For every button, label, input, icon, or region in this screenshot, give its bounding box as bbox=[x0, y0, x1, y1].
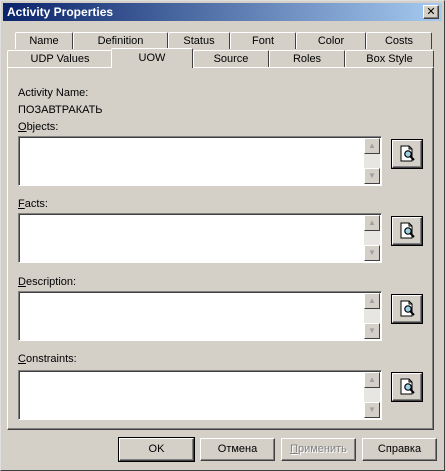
facts-browse-button[interactable] bbox=[392, 217, 422, 245]
scroll-down-button[interactable]: ▼ bbox=[364, 323, 380, 339]
objects-label-text: bjects: bbox=[26, 121, 59, 133]
help-button[interactable]: Справка bbox=[362, 438, 437, 461]
facts-scrollbar[interactable]: ▲ ▼ bbox=[364, 215, 380, 261]
tab-label: Status bbox=[183, 35, 215, 47]
scroll-down-button[interactable]: ▼ bbox=[364, 168, 380, 184]
constraints-label-text: onstraints: bbox=[25, 353, 77, 365]
tab-uow[interactable]: UOW bbox=[111, 48, 193, 68]
constraints-browse-button[interactable] bbox=[392, 373, 422, 401]
constraints-scrollbar[interactable]: ▲ ▼ bbox=[364, 372, 380, 418]
tab-label: Source bbox=[213, 53, 249, 65]
tab-definition[interactable]: Definition bbox=[73, 32, 168, 49]
scroll-up-button[interactable]: ▲ bbox=[364, 215, 380, 231]
scroll-down-button[interactable]: ▼ bbox=[364, 402, 380, 418]
tab-color[interactable]: Color bbox=[296, 32, 366, 49]
tab-source[interactable]: Source bbox=[193, 50, 269, 67]
apply-label-hotkey: П bbox=[290, 443, 298, 455]
constraints-label: Constraints: bbox=[18, 353, 77, 365]
objects-label: Objects: bbox=[18, 121, 58, 133]
tab-label: Color bbox=[317, 35, 345, 47]
tab-roles[interactable]: Roles bbox=[269, 50, 345, 67]
arrow-up-icon: ▲ bbox=[368, 141, 376, 150]
constraints-textarea[interactable]: ▲ ▼ bbox=[18, 370, 382, 420]
magnify-document-icon bbox=[400, 300, 415, 317]
arrow-down-icon: ▼ bbox=[368, 171, 376, 180]
tab-udp-values[interactable]: UDP Values bbox=[7, 50, 113, 67]
cancel-label: Отмена bbox=[217, 443, 258, 455]
apply-button[interactable]: Применить bbox=[281, 438, 356, 461]
tab-label: UOW bbox=[138, 52, 166, 64]
scroll-up-button[interactable]: ▲ bbox=[364, 372, 380, 388]
tab-status[interactable]: Status bbox=[168, 32, 230, 49]
arrow-up-icon: ▲ bbox=[368, 296, 376, 305]
close-icon: ✕ bbox=[426, 6, 436, 18]
tab-label: Font bbox=[251, 35, 274, 47]
ok-button[interactable]: OK bbox=[119, 438, 194, 461]
scroll-down-button[interactable]: ▼ bbox=[364, 245, 380, 261]
tab-label: Definition bbox=[97, 35, 144, 47]
arrow-down-icon: ▼ bbox=[368, 326, 376, 335]
description-label-hotkey: D bbox=[18, 276, 26, 288]
objects-label-hotkey: O bbox=[18, 121, 27, 133]
objects-scrollbar[interactable]: ▲ ▼ bbox=[364, 138, 380, 184]
scroll-up-button[interactable]: ▲ bbox=[364, 138, 380, 154]
magnify-document-icon bbox=[400, 378, 415, 395]
facts-label: Facts: bbox=[18, 198, 48, 210]
description-browse-button[interactable] bbox=[392, 295, 422, 323]
tab-label: Name bbox=[29, 35, 59, 47]
constraints-label-hotkey: C bbox=[18, 353, 26, 365]
magnify-document-icon bbox=[400, 222, 415, 239]
tab-font[interactable]: Font bbox=[230, 32, 296, 49]
arrow-down-icon: ▼ bbox=[368, 248, 376, 257]
arrow-down-icon: ▼ bbox=[368, 405, 376, 414]
facts-label-hotkey: F bbox=[18, 198, 25, 210]
tab-name[interactable]: Name bbox=[15, 32, 73, 49]
ok-label: OK bbox=[148, 443, 165, 455]
activity-properties-dialog: Activity Properties ✕ Name Definition St… bbox=[0, 0, 445, 471]
cancel-button[interactable]: Отмена bbox=[200, 438, 275, 461]
description-textarea[interactable]: ▲ ▼ bbox=[18, 291, 382, 341]
facts-textarea[interactable]: ▲ ▼ bbox=[18, 213, 382, 263]
help-label: Справка bbox=[377, 443, 422, 455]
description-scrollbar[interactable]: ▲ ▼ bbox=[364, 293, 380, 339]
arrow-up-icon: ▲ bbox=[368, 375, 376, 384]
tab-label: Costs bbox=[384, 35, 414, 47]
magnify-document-icon bbox=[400, 145, 415, 162]
description-label-text: escription: bbox=[25, 276, 77, 288]
apply-label-text: рименить bbox=[297, 443, 347, 455]
tab-label: Box Style bbox=[366, 53, 413, 65]
tab-label: Roles bbox=[292, 53, 322, 65]
window-title: Activity Properties bbox=[7, 5, 114, 19]
arrow-up-icon: ▲ bbox=[368, 218, 376, 227]
description-label: Description: bbox=[18, 276, 76, 288]
objects-textarea[interactable]: ▲ ▼ bbox=[18, 136, 382, 186]
scroll-up-button[interactable]: ▲ bbox=[364, 293, 380, 309]
title-bar: Activity Properties ✕ bbox=[3, 3, 442, 21]
tab-label: UDP Values bbox=[30, 53, 90, 65]
tab-costs[interactable]: Costs bbox=[366, 32, 432, 49]
tab-box-style[interactable]: Box Style bbox=[345, 50, 434, 67]
close-button[interactable]: ✕ bbox=[423, 5, 439, 19]
objects-browse-button[interactable] bbox=[392, 140, 422, 168]
facts-label-text: acts: bbox=[24, 198, 48, 210]
